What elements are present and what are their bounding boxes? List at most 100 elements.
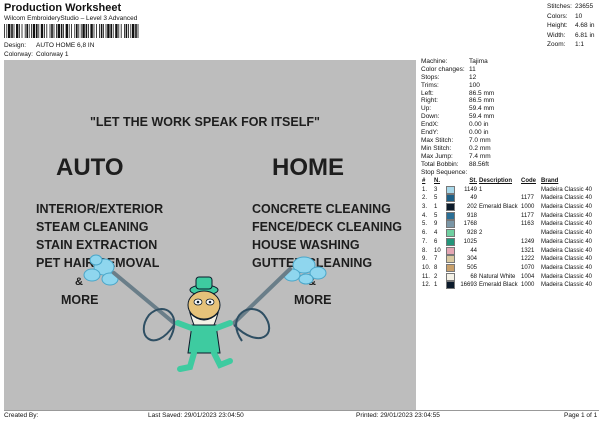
auto-service-line: INTERIOR/EXTERIOR [36,202,164,216]
table-row: 8. 10 44 1321 Madeira Classic 40 [421,246,599,255]
stat-value: 10 [575,12,583,20]
footer-divider [4,410,599,411]
table-row: 9. 7 304 1222 Madeira Classic 40 [421,255,599,264]
color-swatch [445,194,456,203]
table-row: 6. 4 928 2 Madeira Classic 40 [421,229,599,238]
thread-description: 2 [479,230,483,237]
stop-sequence-title: Stop Sequence: [421,169,468,177]
thread-brand: Madeira Classic 40 [541,247,593,254]
barcode-bar [105,24,107,38]
barcode-bar [76,24,78,38]
stitch-count: 1025 [463,238,477,245]
color-swatch [445,263,456,273]
needle-number: 5 [434,195,438,202]
property-row: Min Stitch: 0.2 mm [421,145,599,153]
barcode-bar [80,24,82,38]
property-label: Total Bobbin: [421,160,459,168]
stop-number: 3. [422,204,428,211]
barcode-bar [130,24,132,38]
property-value: 11 [469,65,476,73]
table-row: 7. 6 1025 1249 Madeira Classic 40 [421,237,599,246]
stat-label: Zoom: [547,41,566,48]
barcode-bar [100,24,103,38]
col-header [445,177,456,185]
barcode-bar [110,24,112,38]
thread-brand: Madeira Classic 40 [541,256,593,263]
stat-label: Colors: [547,12,568,20]
design-name: AUTO HOME 6,8 IN [36,42,95,49]
barcode-bar [40,24,44,38]
stop-number: 4. [422,212,428,219]
barcode-bar [99,24,100,38]
thread-description [478,194,520,203]
barcode-bar [19,24,20,38]
barcode-bar [26,24,28,38]
barcode-bar [137,24,139,38]
needle-number: 1 [434,204,438,211]
stitch-count: 1149 [464,186,477,193]
barcode-bar [24,24,26,38]
thread-code: 1321 [521,247,535,254]
stat-value: 6.81 in [575,31,595,39]
thread-code [520,185,540,194]
thread-color-swatch [446,255,455,264]
property-row: Max Jump: 7.4 mm [421,153,599,161]
property-row: Stops: 12 [421,74,599,82]
thread-brand: Madeira Classic 40 [541,273,593,280]
barcode-bar [31,24,32,38]
thread-code [520,229,540,238]
color-swatch [445,185,456,194]
barcode-bar [103,24,104,38]
thread-code: 1249 [521,238,535,245]
color-swatch [445,203,456,212]
property-row: Up: 59.4 mm [421,105,599,113]
stitch-count: 928 [466,230,477,237]
thread-description [478,211,520,220]
property-label: EndY: [421,129,439,137]
barcode-bar [85,24,88,38]
colorway-name: Colorway 1 [36,51,69,58]
color-swatch [445,229,456,238]
barcode-bar [74,24,76,38]
stat-value: 1:1 [575,41,585,48]
property-value: 0.00 in [469,121,489,129]
barcode-bar [13,24,15,38]
needle-number: 5 [434,212,438,219]
color-swatch [445,281,456,290]
property-row: EndX: 0.00 in [421,121,599,129]
table-row: 4. 5 918 1177 Madeira Classic 40 [421,211,599,220]
stop-number: 7. [422,238,428,245]
property-value: 7.0 mm [469,136,491,144]
property-value: 59.4 mm [469,113,495,121]
stat-label: Width: [547,31,566,39]
property-value: 0.00 in [469,129,489,137]
table-row: 3. 1 202 Emerald Black 1000 Madeira Classic 4… [421,203,599,212]
thread-color-swatch [446,237,455,246]
barcode-bar [60,24,63,38]
stop-number: 10. [422,264,431,271]
stat-row: Zoom: 1:1 [547,40,599,50]
property-label: Color changes: [421,65,465,73]
thread-brand: Madeira Classic 40 [541,186,593,193]
stat-row: Height: 4.68 in [547,21,599,31]
barcode-bar [71,24,72,38]
barcode-bar [135,24,137,38]
barcode-bar [6,24,8,38]
machine-properties-panel: Machine: Tajima Color changes: 11 Stops: 12… [421,58,599,290]
stop-number: 2. [422,195,428,202]
property-value: 88.56ft [469,160,489,168]
barcode-bar [32,24,36,38]
barcode-bar [93,24,95,38]
barcode-bar [120,24,122,38]
thread-color-swatch [446,220,455,229]
mascot-illustration [83,254,327,372]
stop-number: 11. [422,273,430,280]
thread-description: Emerald Black [479,204,518,211]
color-swatch [445,255,456,264]
color-swatch [445,211,456,220]
barcode-bar [56,24,57,38]
property-row: Max Stitch: 7.0 mm [421,137,599,145]
auto-service-line: STEAM CLEANING [36,220,149,234]
property-label: Stops: [421,73,440,81]
barcode-bar [115,24,118,38]
